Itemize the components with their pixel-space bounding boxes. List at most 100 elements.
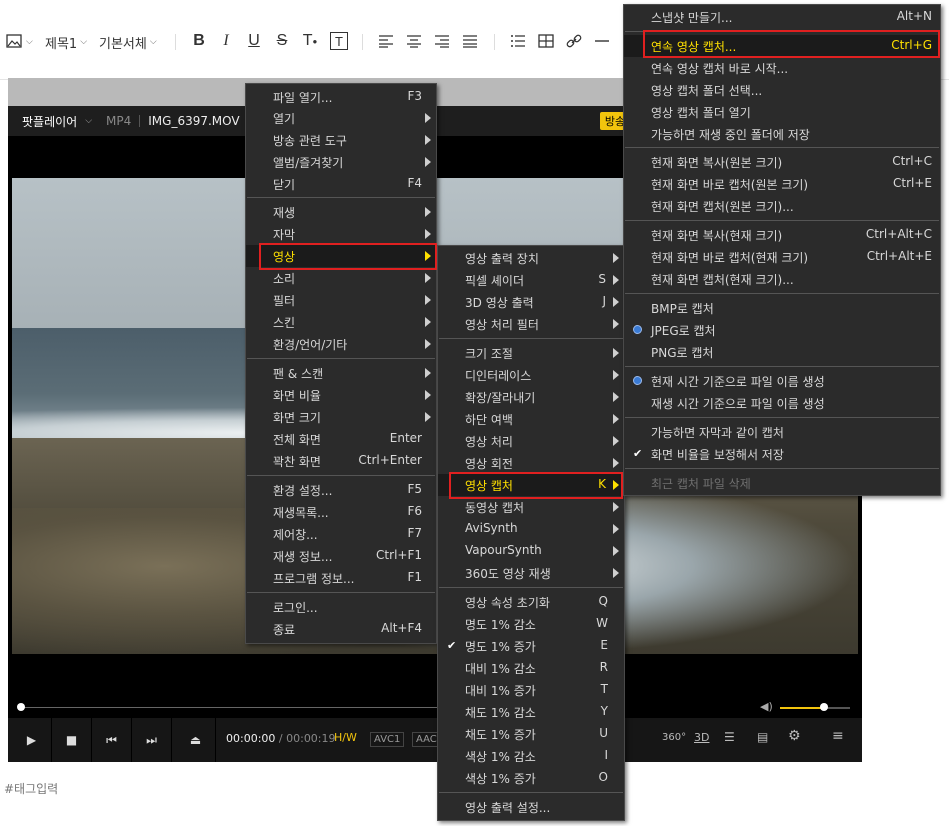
image-icon[interactable] bbox=[4, 31, 24, 51]
main-menu-item-13[interactable]: 화면 비율 bbox=[246, 384, 436, 406]
volume-icon[interactable]: ◀) bbox=[760, 700, 773, 713]
video-menu-item-24[interactable]: 영상 출력 설정... bbox=[438, 796, 624, 818]
video-menu-item-5[interactable]: 디인터레이스 bbox=[438, 364, 624, 386]
main-menu-item-23[interactable]: 종료 Alt+F4 bbox=[246, 618, 436, 640]
video-menu-item-18[interactable]: 대비 1% 감소 R bbox=[438, 657, 624, 679]
main-menu-item-10[interactable]: 스킨 bbox=[246, 311, 436, 333]
main-menu-item-14[interactable]: 화면 크기 bbox=[246, 406, 436, 428]
bullet-list-icon[interactable] bbox=[508, 31, 528, 51]
italic-icon[interactable]: I bbox=[216, 31, 236, 51]
video-menu-item-10[interactable]: 영상 캡처 K bbox=[438, 474, 624, 496]
paragraph-style-select[interactable]: 제목1 ⌵ bbox=[45, 30, 87, 54]
seek-bar[interactable]: ◀) bbox=[8, 698, 862, 716]
stop-button[interactable]: ■ bbox=[52, 718, 92, 762]
main-menu-item-1[interactable]: 열기 bbox=[246, 107, 436, 129]
main-menu-item-0[interactable]: 파일 열기... F3 bbox=[246, 86, 436, 108]
underline-icon[interactable]: U bbox=[244, 31, 264, 51]
table-icon[interactable] bbox=[536, 31, 556, 51]
previous-button[interactable]: ⏮ bbox=[92, 718, 132, 762]
menu-icon[interactable]: ≡ bbox=[832, 728, 844, 744]
main-menu-item-9[interactable]: 필터 bbox=[246, 289, 436, 311]
bold-icon[interactable]: B bbox=[189, 31, 209, 51]
capture-menu-item-2[interactable]: 연속 영상 캡처 바로 시작... bbox=[624, 57, 940, 79]
main-menu-item-6[interactable]: 자막 bbox=[246, 223, 436, 245]
capture-menu-item-10[interactable]: 현재 화면 바로 캡처(현재 크기) Ctrl+Alt+E bbox=[624, 246, 940, 268]
main-menu-item-20[interactable]: 재생 정보... Ctrl+F1 bbox=[246, 545, 436, 567]
volume-handle[interactable] bbox=[820, 703, 828, 711]
capture-menu-item-16[interactable]: 재생 시간 기준으로 파일 이름 생성 bbox=[624, 392, 940, 414]
align-right-icon[interactable] bbox=[432, 31, 452, 51]
video-menu-item-16[interactable]: 명도 1% 감소 W bbox=[438, 613, 624, 635]
align-justify-icon[interactable] bbox=[460, 31, 480, 51]
main-menu-item-18[interactable]: 재생목록... F6 bbox=[246, 501, 436, 523]
video-menu-item-23[interactable]: 색상 1% 증가 O bbox=[438, 767, 624, 789]
capture-menu-item-1[interactable]: 연속 영상 캡처... Ctrl+G bbox=[624, 35, 940, 57]
capture-menu-item-9[interactable]: 현재 화면 복사(현재 크기) Ctrl+Alt+C bbox=[624, 224, 940, 246]
capture-menu-item-8[interactable]: 현재 화면 캡처(원본 크기)... bbox=[624, 195, 940, 217]
video-menu-item-8[interactable]: 영상 처리 bbox=[438, 430, 624, 452]
text-color-icon[interactable]: T ● bbox=[300, 31, 320, 51]
capture-menu-item-11[interactable]: 현재 화면 캡처(현재 크기)... bbox=[624, 268, 940, 290]
video-menu-item-20[interactable]: 채도 1% 감소 Y bbox=[438, 701, 624, 723]
main-menu-item-15[interactable]: 전체 화면 Enter bbox=[246, 428, 436, 450]
main-menu-item-3[interactable]: 앨범/즐겨찾기 bbox=[246, 151, 436, 173]
align-left-icon[interactable] bbox=[376, 31, 396, 51]
main-menu-item-5[interactable]: 재생 bbox=[246, 201, 436, 223]
eject-button[interactable]: ⏏ bbox=[176, 718, 216, 762]
video-menu-item-4[interactable]: 크기 조절 bbox=[438, 342, 624, 364]
main-menu-item-22[interactable]: 로그인... bbox=[246, 596, 436, 618]
seek-track[interactable] bbox=[20, 707, 445, 708]
main-menu-item-2[interactable]: 방송 관련 도구 bbox=[246, 129, 436, 151]
video-menu-item-14[interactable]: 360도 영상 재생 bbox=[438, 562, 624, 584]
main-menu-item-11[interactable]: 환경/언어/기타 bbox=[246, 333, 436, 355]
capture-menu-item-4[interactable]: 영상 캡처 폴더 열기 bbox=[624, 101, 940, 123]
video-menu-item-1[interactable]: 픽셀 셰이더 S bbox=[438, 269, 624, 291]
horizontal-line-icon[interactable] bbox=[592, 31, 612, 51]
main-menu-item-16[interactable]: 꽉찬 화면 Ctrl+Enter bbox=[246, 450, 436, 472]
video-menu-item-22[interactable]: 색상 1% 감소 I bbox=[438, 745, 624, 767]
capture-menu-item-0[interactable]: 스냅샷 만들기... Alt+N bbox=[624, 6, 940, 28]
play-button[interactable]: ▶ bbox=[12, 718, 52, 762]
video-menu-item-13[interactable]: VapourSynth bbox=[438, 540, 624, 562]
capture-menu-item-3[interactable]: 영상 캡처 폴더 선택... bbox=[624, 79, 940, 101]
strikethrough-icon[interactable]: S bbox=[272, 31, 292, 51]
capture-menu-item-17[interactable]: 가능하면 자막과 같이 캡처 bbox=[624, 421, 940, 443]
player-brand[interactable]: 팟플레이어 bbox=[22, 113, 77, 130]
capture-menu-item-15[interactable]: 현재 시간 기준으로 파일 이름 생성 bbox=[624, 370, 940, 392]
seek-handle[interactable] bbox=[17, 703, 25, 711]
main-menu-item-17[interactable]: 환경 설정... F5 bbox=[246, 479, 436, 501]
video-menu-item-9[interactable]: 영상 회전 bbox=[438, 452, 624, 474]
video-menu-item-3[interactable]: 영상 처리 필터 bbox=[438, 313, 624, 335]
capture-menu-item-12[interactable]: BMP로 캡처 bbox=[624, 297, 940, 319]
video-menu-item-21[interactable]: 채도 1% 증가 U bbox=[438, 723, 624, 745]
capture-menu-item-6[interactable]: 현재 화면 복사(원본 크기) Ctrl+C bbox=[624, 151, 940, 173]
video-menu-item-6[interactable]: 확장/잘라내기 bbox=[438, 386, 624, 408]
tag-input[interactable]: #태그입력 bbox=[4, 780, 58, 797]
video-menu-item-2[interactable]: 3D 영상 출력 J bbox=[438, 291, 624, 313]
capture-menu-item-13[interactable]: JPEG로 캡처 bbox=[624, 319, 940, 341]
video-menu-item-19[interactable]: 대비 1% 증가 T bbox=[438, 679, 624, 701]
video-codec-badge[interactable]: AVC1 bbox=[370, 732, 405, 747]
main-menu-item-4[interactable]: 닫기 F4 bbox=[246, 173, 436, 195]
capture-menu-item-18[interactable]: ✔ 화면 비율을 보정해서 저장 bbox=[624, 443, 940, 465]
hw-decoding-badge[interactable]: H/W bbox=[334, 731, 357, 744]
chevron-down-icon[interactable]: ⌵ bbox=[23, 30, 33, 54]
next-button[interactable]: ⏭ bbox=[132, 718, 172, 762]
main-menu-item-19[interactable]: 제어창... F7 bbox=[246, 523, 436, 545]
subtitle-icon[interactable]: ▤ bbox=[757, 730, 768, 744]
capture-menu-item-14[interactable]: PNG로 캡처 bbox=[624, 341, 940, 363]
main-menu-item-8[interactable]: 소리 bbox=[246, 267, 436, 289]
main-menu-item-12[interactable]: 팬 & 스캔 bbox=[246, 362, 436, 384]
align-center-icon[interactable] bbox=[404, 31, 424, 51]
link-icon[interactable] bbox=[564, 31, 584, 51]
vr-360-icon[interactable]: 360° bbox=[662, 732, 686, 743]
capture-menu-item-7[interactable]: 현재 화면 바로 캡처(원본 크기) Ctrl+E bbox=[624, 173, 940, 195]
text-background-icon[interactable]: T bbox=[330, 32, 348, 50]
video-menu-item-7[interactable]: 하단 여백 bbox=[438, 408, 624, 430]
main-menu-item-7[interactable]: 영상 bbox=[246, 245, 436, 267]
video-menu-item-11[interactable]: 동영상 캡처 bbox=[438, 496, 624, 518]
3d-icon[interactable]: 3D bbox=[694, 731, 709, 744]
chevron-down-icon[interactable]: ⌵ bbox=[85, 116, 92, 126]
capture-menu-item-5[interactable]: 가능하면 재생 중인 폴더에 저장 bbox=[624, 123, 940, 145]
settings-icon[interactable]: ⚙ bbox=[788, 728, 801, 744]
